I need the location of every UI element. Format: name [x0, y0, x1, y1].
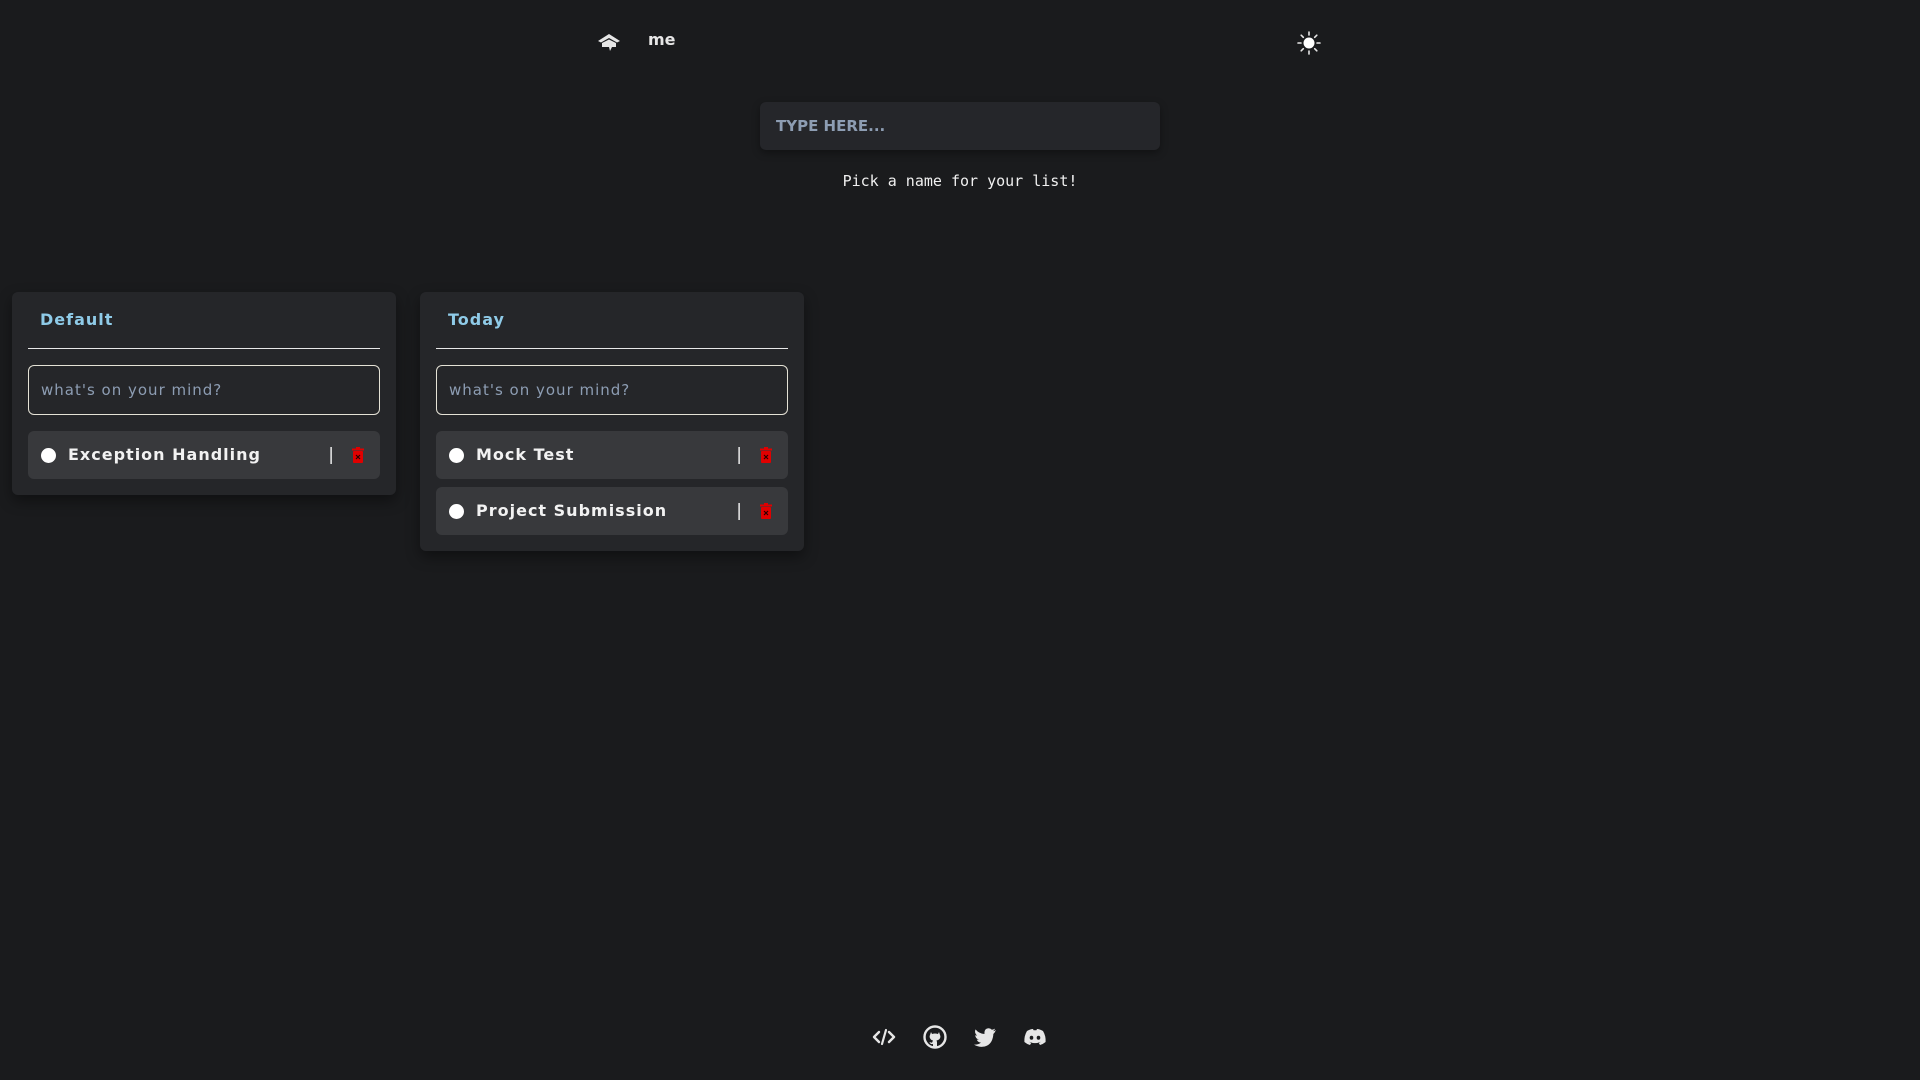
sun-icon[interactable]: [1296, 30, 1322, 56]
list-title: Today: [436, 292, 788, 349]
home-icon[interactable]: [596, 30, 622, 54]
github-icon[interactable]: [922, 1024, 948, 1050]
list-title: Default: [28, 292, 380, 349]
list-card-today: Today Mock Test | Project Submission |: [420, 292, 804, 551]
task-label: Project Submission: [476, 501, 668, 520]
new-list-input[interactable]: [760, 102, 1160, 150]
task-label: Exception Handling: [68, 445, 261, 464]
task-input[interactable]: [29, 366, 379, 414]
code-icon[interactable]: [871, 1024, 897, 1050]
task-checkbox[interactable]: [41, 448, 56, 463]
task-item: Exception Handling |: [28, 431, 380, 479]
trash-icon[interactable]: [760, 447, 772, 463]
task-item: Project Submission |: [436, 487, 788, 535]
task-item: Mock Test |: [436, 431, 788, 479]
task-input[interactable]: [437, 366, 787, 414]
task-separator: |: [736, 501, 742, 521]
task-separator: |: [736, 445, 742, 465]
list-card-default: Default Exception Handling |: [12, 292, 396, 495]
twitter-icon[interactable]: [972, 1024, 998, 1050]
discord-icon[interactable]: [1022, 1024, 1048, 1050]
footer: [0, 1024, 1920, 1054]
top-nav: me: [0, 0, 1920, 84]
me-link[interactable]: me: [648, 30, 676, 49]
task-input-field: [436, 365, 788, 415]
trash-icon[interactable]: [352, 447, 364, 463]
task-checkbox[interactable]: [449, 504, 464, 519]
task-input-field: [28, 365, 380, 415]
trash-icon[interactable]: [760, 503, 772, 519]
task-separator: |: [328, 445, 334, 465]
new-list-field: [760, 102, 1160, 150]
task-checkbox[interactable]: [449, 448, 464, 463]
task-label: Mock Test: [476, 445, 575, 464]
new-list-helper-text: Pick a name for your list!: [842, 172, 1078, 190]
